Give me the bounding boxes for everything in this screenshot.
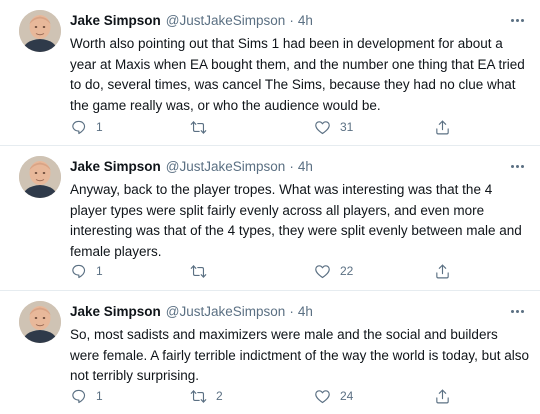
retweet-icon: [190, 120, 207, 134]
retweet-count: 2: [216, 389, 223, 403]
author-handle[interactable]: @JustJakeSimpson: [166, 304, 286, 319]
reply-button[interactable]: 1: [70, 260, 103, 282]
separator-dot: ·: [289, 12, 294, 28]
like-count: 31: [340, 120, 354, 134]
retweet-button[interactable]: 2: [190, 385, 223, 407]
tweet-header: Jake Simpson @JustJakeSimpson · 4h: [70, 302, 313, 320]
more-horizontal-icon[interactable]: [508, 12, 526, 28]
more-horizontal-icon[interactable]: [508, 158, 526, 174]
reply-count: 1: [96, 389, 103, 403]
retweet-icon: [190, 389, 207, 403]
avatar[interactable]: [19, 10, 61, 52]
reply-count: 1: [96, 120, 103, 134]
author-name[interactable]: Jake Simpson: [70, 304, 161, 319]
tweet[interactable]: Jake Simpson @JustJakeSimpson · 4h Anywa…: [0, 146, 540, 291]
like-button[interactable]: 31: [314, 116, 353, 138]
like-count: 22: [340, 264, 354, 278]
author-handle[interactable]: @JustJakeSimpson: [166, 159, 286, 174]
tweet-actions: 1 2 24: [66, 385, 466, 407]
retweet-button[interactable]: [190, 260, 216, 282]
reply-icon: [72, 120, 86, 134]
share-button[interactable]: [434, 385, 451, 407]
tweet-actions: 1 31: [66, 116, 466, 138]
like-button[interactable]: 22: [314, 260, 353, 282]
timestamp[interactable]: 4h: [298, 13, 313, 28]
timestamp[interactable]: 4h: [298, 304, 313, 319]
timestamp[interactable]: 4h: [298, 159, 313, 174]
avatar[interactable]: [19, 301, 61, 343]
separator-dot: ·: [289, 158, 294, 174]
avatar[interactable]: [19, 156, 61, 198]
tweet[interactable]: Jake Simpson @JustJakeSimpson · 4h Worth…: [0, 0, 540, 146]
heart-icon: [315, 264, 330, 278]
share-icon: [436, 389, 449, 403]
tweet-actions: 1 22: [66, 260, 466, 282]
tweet-header: Jake Simpson @JustJakeSimpson · 4h: [70, 11, 313, 29]
more-horizontal-icon[interactable]: [508, 303, 526, 319]
heart-icon: [315, 120, 330, 134]
author-name[interactable]: Jake Simpson: [70, 13, 161, 28]
share-icon: [436, 264, 449, 278]
tweet[interactable]: Jake Simpson @JustJakeSimpson · 4h So, m…: [0, 291, 540, 414]
like-count: 24: [340, 389, 354, 403]
tweet-text: So, most sadists and maximizers were mal…: [70, 327, 529, 383]
reply-count: 1: [96, 264, 103, 278]
share-button[interactable]: [434, 116, 451, 138]
tweet-text: Worth also pointing out that Sims 1 had …: [70, 36, 525, 113]
share-icon: [436, 120, 449, 134]
separator-dot: ·: [289, 303, 294, 319]
reply-icon: [72, 389, 86, 403]
like-button[interactable]: 24: [314, 385, 353, 407]
reply-button[interactable]: 1: [70, 116, 103, 138]
tweet-header: Jake Simpson @JustJakeSimpson · 4h: [70, 157, 313, 175]
author-handle[interactable]: @JustJakeSimpson: [166, 13, 286, 28]
heart-icon: [315, 389, 330, 403]
reply-button[interactable]: 1: [70, 385, 103, 407]
retweet-icon: [190, 264, 207, 278]
reply-icon: [72, 264, 86, 278]
share-button[interactable]: [434, 260, 451, 282]
retweet-button[interactable]: [190, 116, 216, 138]
tweet-text: Anyway, back to the player tropes. What …: [70, 182, 522, 259]
author-name[interactable]: Jake Simpson: [70, 159, 161, 174]
